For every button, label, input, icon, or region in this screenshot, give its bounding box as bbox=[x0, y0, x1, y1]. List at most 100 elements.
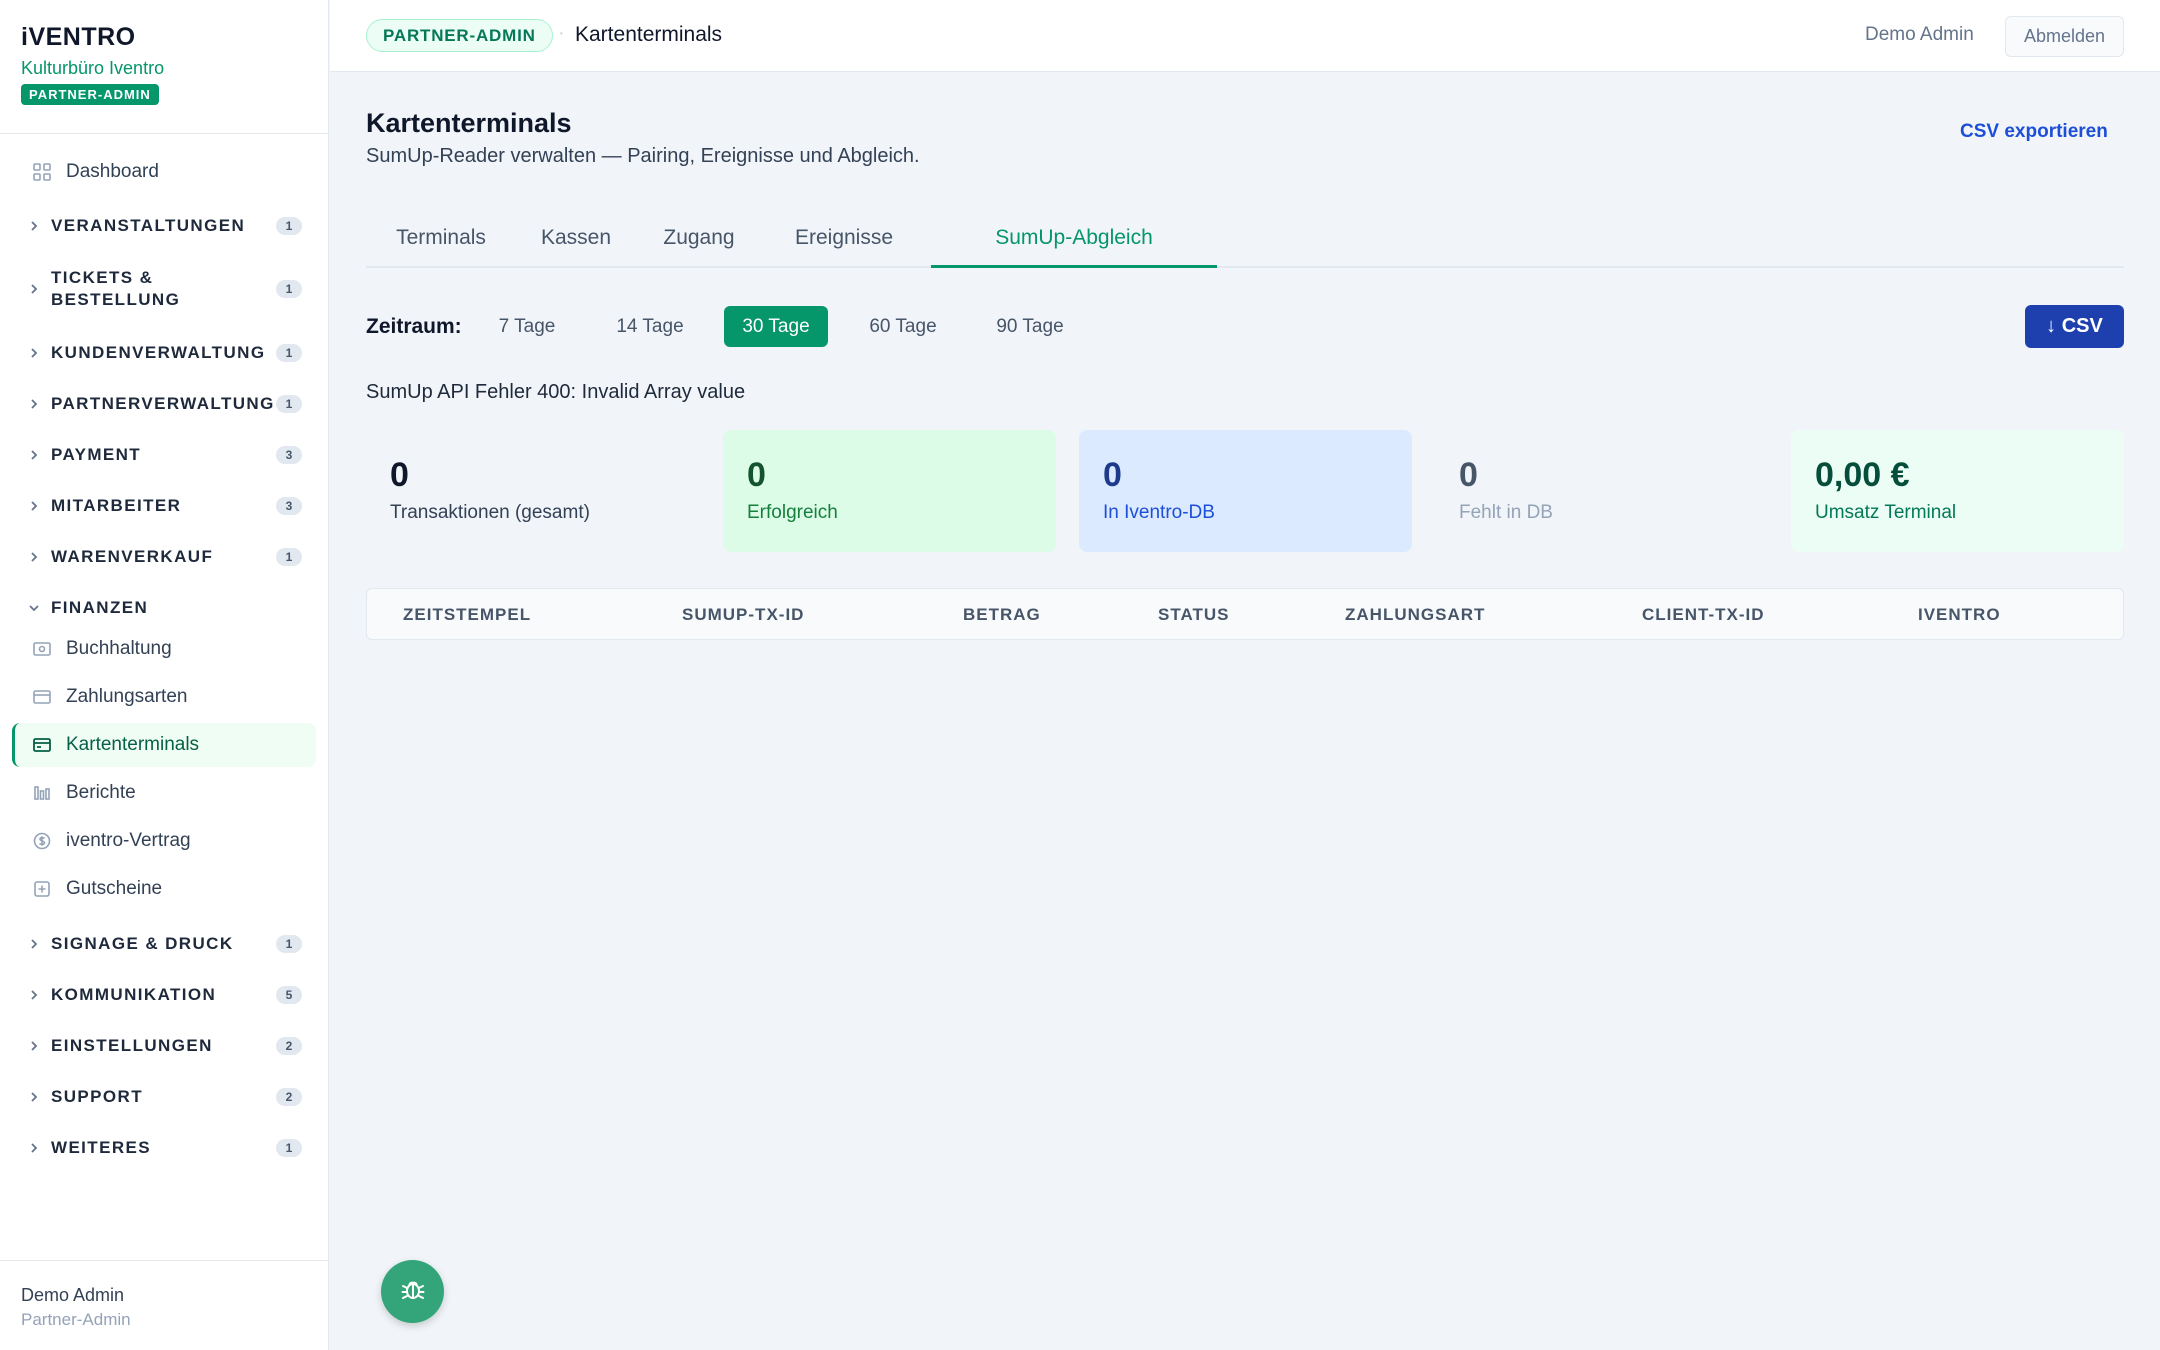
column-header[interactable]: IVENTRO bbox=[1918, 605, 2001, 625]
sidebar-item-label: Berichte bbox=[66, 782, 136, 803]
sidebar-group-warenverkauf[interactable]: WARENVERKAUF 1 bbox=[0, 543, 329, 571]
gift-icon bbox=[32, 879, 52, 899]
column-header[interactable]: SUMUP-TX-ID bbox=[682, 605, 804, 625]
sidebar-item-label: Zahlungsarten bbox=[66, 686, 188, 707]
chart-icon bbox=[32, 783, 52, 803]
stat-label: Transaktionen (gesamt) bbox=[390, 502, 590, 523]
user-role: Partner-Admin bbox=[21, 1310, 131, 1329]
sidebar-group-kommunikation[interactable]: KOMMUNIKATION 5 bbox=[0, 981, 329, 1009]
sidebar-item-gutscheine[interactable]: Gutscheine bbox=[12, 867, 316, 911]
stat-label: Umsatz Terminal bbox=[1815, 502, 1957, 523]
group-label: PARTNERVERWALTUNG bbox=[51, 394, 275, 413]
chevron-right-icon bbox=[28, 938, 40, 950]
sidebar-group-finanzen[interactable]: FINANZEN bbox=[0, 594, 329, 622]
group-count: 3 bbox=[276, 446, 302, 464]
group-label: SIGNAGE & DRUCK bbox=[51, 934, 234, 953]
breadcrumb-title: Kartenterminals bbox=[575, 23, 723, 46]
chevron-right-icon bbox=[28, 500, 40, 512]
stat-card-revenue: 0,00 € Umsatz Terminal bbox=[1791, 430, 2124, 552]
page-subtitle: SumUp-Reader verwalten — Pairing, Ereign… bbox=[366, 145, 920, 167]
user-name: Demo Admin bbox=[21, 1285, 125, 1305]
error-message: SumUp API Fehler 400: Invalid Array valu… bbox=[366, 381, 746, 403]
group-label: VERANSTALTUNGEN bbox=[51, 216, 246, 235]
chevron-right-icon bbox=[28, 398, 40, 410]
stat-value: 0 bbox=[390, 456, 409, 494]
group-label: KOMMUNIKATION bbox=[51, 985, 217, 1004]
column-header[interactable]: CLIENT-TX-ID bbox=[1642, 605, 1765, 625]
card-icon bbox=[32, 687, 52, 707]
chevron-right-icon bbox=[28, 1091, 40, 1103]
tab-ereignisse[interactable]: Ereignisse bbox=[762, 210, 926, 268]
sidebar-group-tickets[interactable]: TICKETS & BESTELLUNG 1 bbox=[0, 266, 329, 312]
chevron-right-icon bbox=[28, 220, 40, 232]
range-90-tage[interactable]: 90 Tage bbox=[980, 306, 1080, 347]
column-header[interactable]: STATUS bbox=[1158, 605, 1229, 625]
stat-label: Erfolgreich bbox=[747, 502, 838, 523]
tab-sumup-abgleich[interactable]: SumUp-Abgleich bbox=[931, 210, 1217, 268]
column-header[interactable]: ZEITSTEMPEL bbox=[403, 605, 531, 625]
group-label: KUNDENVERWALTUNG bbox=[51, 343, 266, 362]
chevron-right-icon bbox=[28, 551, 40, 563]
sidebar-item-buchhaltung[interactable]: Buchhaltung bbox=[12, 627, 316, 671]
bug-icon bbox=[399, 1275, 427, 1308]
brand-block: iVENTRO Kulturbüro Iventro PARTNER-ADMIN bbox=[0, 0, 328, 134]
stat-card-total: 0 Transaktionen (gesamt) bbox=[366, 430, 699, 552]
range-7-tage[interactable]: 7 Tage bbox=[480, 306, 574, 347]
sidebar-group-kundenverwaltung[interactable]: KUNDENVERWALTUNG 1 bbox=[0, 339, 329, 367]
group-count: 1 bbox=[276, 1139, 302, 1157]
group-count: 2 bbox=[276, 1088, 302, 1106]
group-label: WEITERES bbox=[51, 1138, 151, 1157]
group-label: PAYMENT bbox=[51, 445, 142, 464]
logout-button[interactable]: Abmelden bbox=[2005, 16, 2124, 57]
chevron-right-icon bbox=[28, 1040, 40, 1052]
dollar-icon bbox=[32, 831, 52, 851]
sidebar-item-kartenterminals[interactable]: Kartenterminals bbox=[12, 723, 316, 767]
column-header[interactable]: BETRAG bbox=[963, 605, 1041, 625]
brand-logo[interactable]: iVENTRO bbox=[21, 22, 307, 52]
range-label: Zeitraum: bbox=[366, 315, 462, 338]
terminal-icon bbox=[32, 735, 52, 755]
group-count: 5 bbox=[276, 986, 302, 1004]
sidebar-item-berichte[interactable]: Berichte bbox=[12, 771, 316, 815]
range-14-tage[interactable]: 14 Tage bbox=[601, 306, 699, 347]
tab-bar: Terminals Kassen Zugang Ereignisse SumUp… bbox=[366, 210, 2124, 268]
page-title: Kartenterminals bbox=[366, 108, 572, 138]
csv-export-link[interactable]: CSV exportieren bbox=[1960, 121, 2108, 143]
sidebar-group-payment[interactable]: PAYMENT 3 bbox=[0, 441, 329, 469]
tab-zugang[interactable]: Zugang bbox=[636, 210, 762, 268]
sidebar-group-mitarbeiter[interactable]: MITARBEITER 3 bbox=[0, 492, 329, 520]
chevron-right-icon bbox=[28, 1142, 40, 1154]
group-count: 1 bbox=[276, 395, 302, 413]
stat-value: 0 bbox=[1459, 456, 1478, 494]
sidebar-group-einstellungen[interactable]: EINSTELLUNGEN 2 bbox=[0, 1032, 329, 1060]
sidebar-group-signage[interactable]: SIGNAGE & DRUCK 1 bbox=[0, 930, 329, 958]
range-30-tage[interactable]: 30 Tage bbox=[724, 306, 828, 347]
group-count: 1 bbox=[276, 935, 302, 953]
chevron-right-icon bbox=[28, 989, 40, 1001]
tab-terminals[interactable]: Terminals bbox=[366, 210, 516, 268]
group-label: SUPPORT bbox=[51, 1087, 143, 1106]
group-label: EINSTELLUNGEN bbox=[51, 1036, 213, 1055]
group-count: 1 bbox=[276, 548, 302, 566]
stat-card-missing: 0 Fehlt in DB bbox=[1435, 430, 1768, 552]
chevron-right-icon bbox=[28, 347, 40, 359]
breadcrumb-separator: · bbox=[558, 22, 565, 44]
tab-kassen[interactable]: Kassen bbox=[516, 210, 636, 268]
dashboard-icon bbox=[32, 162, 52, 182]
group-count: 1 bbox=[276, 280, 302, 298]
stat-value: 0,00 € bbox=[1815, 456, 1910, 494]
sidebar-item-vertrag[interactable]: iventro-Vertrag bbox=[12, 819, 316, 863]
chevron-right-icon bbox=[28, 283, 40, 295]
range-60-tage[interactable]: 60 Tage bbox=[853, 306, 953, 347]
sidebar-group-veranstaltungen[interactable]: VERANSTALTUNGEN 1 bbox=[0, 212, 329, 240]
sidebar-group-support[interactable]: SUPPORT 2 bbox=[0, 1083, 329, 1111]
column-header[interactable]: ZAHLUNGSART bbox=[1345, 605, 1485, 625]
sidebar-user: Demo Admin Partner-Admin bbox=[0, 1260, 329, 1350]
csv-download-button[interactable]: ↓ CSV bbox=[2025, 305, 2124, 348]
sidebar: iVENTRO Kulturbüro Iventro PARTNER-ADMIN… bbox=[0, 0, 329, 1350]
sidebar-item-dashboard[interactable]: Dashboard bbox=[12, 150, 316, 194]
sidebar-item-zahlungsarten[interactable]: Zahlungsarten bbox=[12, 675, 316, 719]
sidebar-group-partnerverwaltung[interactable]: PARTNERVERWALTUNG 1 bbox=[0, 390, 329, 418]
sidebar-group-weiteres[interactable]: WEITERES 1 bbox=[0, 1134, 329, 1162]
bug-report-button[interactable] bbox=[381, 1260, 444, 1323]
